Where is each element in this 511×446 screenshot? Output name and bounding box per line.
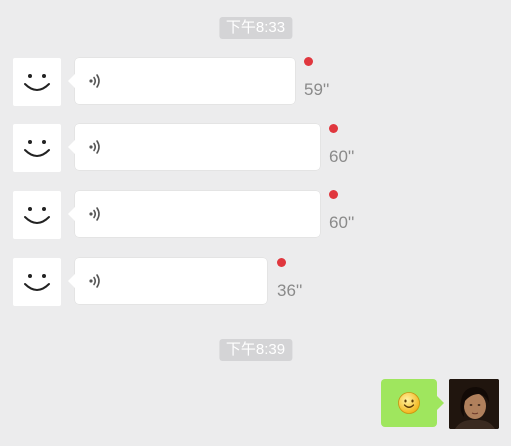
contact-avatar[interactable] bbox=[13, 124, 61, 172]
unread-dot bbox=[304, 57, 313, 66]
smiley-face-icon bbox=[24, 140, 50, 157]
voice-wave-icon bbox=[85, 136, 107, 158]
voice-wave-icon bbox=[85, 70, 107, 92]
voice-message-bubble[interactable] bbox=[68, 258, 267, 304]
voice-message-bubble[interactable] bbox=[68, 191, 320, 237]
voice-duration: 60'' bbox=[329, 147, 355, 166]
voice-wave-icon bbox=[85, 203, 107, 225]
contact-avatar[interactable] bbox=[13, 191, 61, 239]
contact-avatar[interactable] bbox=[13, 258, 61, 306]
voice-wave-icon bbox=[85, 270, 107, 292]
user-photo bbox=[449, 379, 499, 429]
smile-emoji-icon bbox=[397, 391, 421, 415]
voice-message-bubble[interactable] bbox=[68, 58, 295, 104]
smiley-face-icon bbox=[24, 274, 50, 291]
smiley-face-icon bbox=[24, 74, 50, 91]
timestamp-badge: 下午8:33 bbox=[218, 17, 293, 39]
unread-dot bbox=[277, 258, 286, 267]
my-avatar[interactable] bbox=[449, 379, 499, 429]
voice-duration: 36'' bbox=[277, 281, 303, 300]
smiley-face-icon bbox=[24, 207, 50, 224]
voice-message-bubble[interactable] bbox=[68, 124, 320, 170]
contact-avatar[interactable] bbox=[13, 58, 61, 106]
unread-dot bbox=[329, 190, 338, 199]
voice-duration: 60'' bbox=[329, 213, 355, 232]
unread-dot bbox=[329, 124, 338, 133]
chat-window: 下午8:33 59'' 60'' 60'' 36'' 下午8:39 bbox=[0, 0, 511, 446]
voice-duration: 59'' bbox=[304, 80, 330, 99]
timestamp-badge: 下午8:39 bbox=[218, 339, 293, 361]
sent-message-bubble[interactable] bbox=[381, 379, 444, 427]
